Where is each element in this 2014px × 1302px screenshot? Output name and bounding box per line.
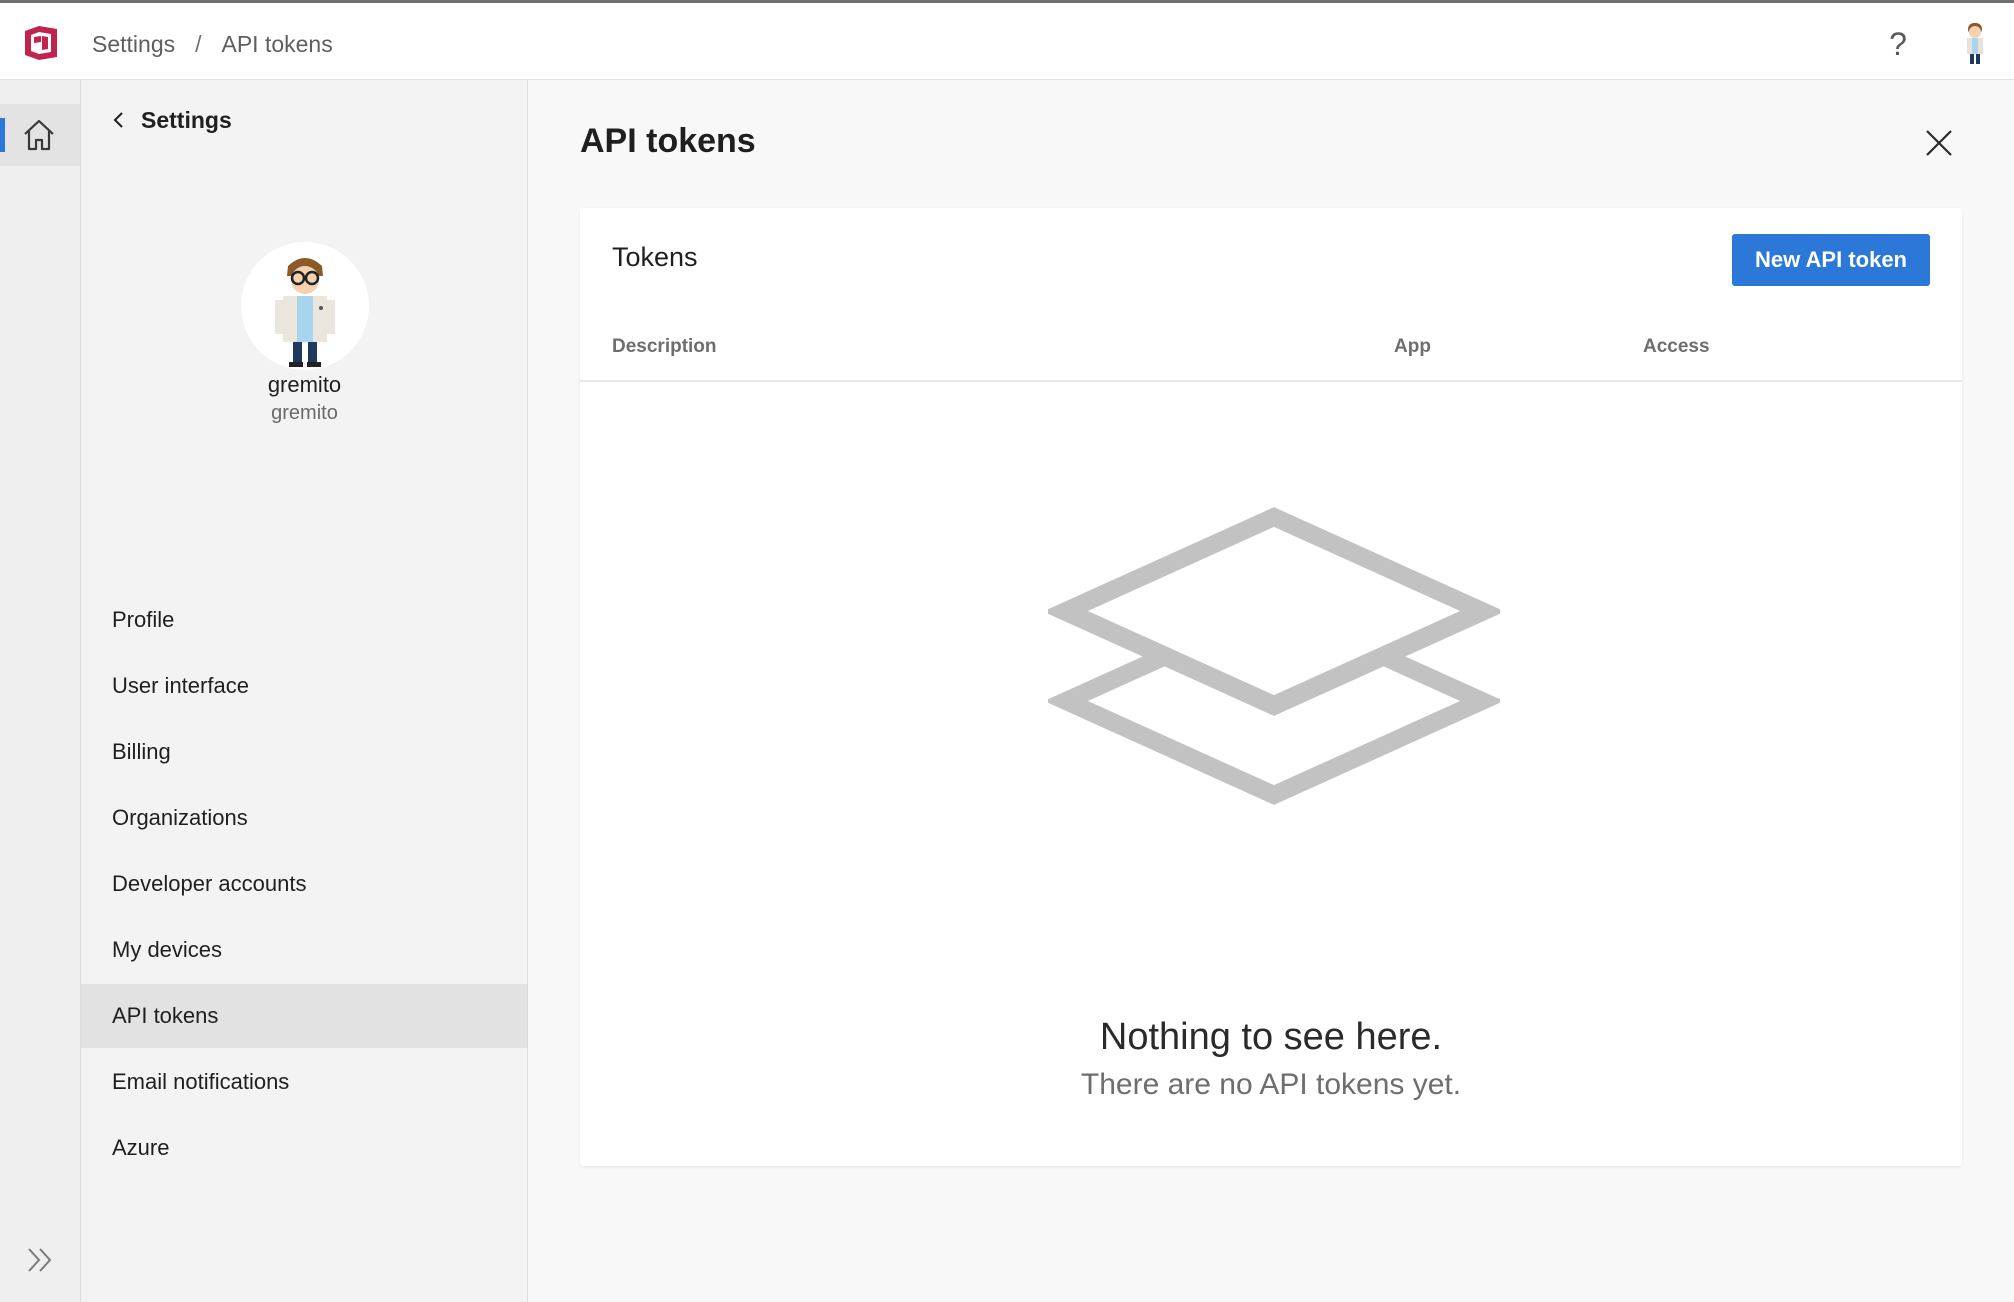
close-icon[interactable]: [1924, 128, 1954, 158]
table-divider: [580, 380, 1962, 382]
home-button[interactable]: [0, 104, 80, 166]
profile-display-name: gremito: [267, 372, 342, 397]
nav-item-label: Azure: [112, 1135, 170, 1160]
tokens-card: Tokens New API token Description App Acc…: [580, 208, 1962, 1166]
nav-item-label: My devices: [112, 937, 223, 962]
nav-item-my-devices[interactable]: My devices: [81, 918, 527, 982]
page-title: API tokens: [580, 122, 756, 160]
breadcrumb-settings[interactable]: Settings: [92, 31, 175, 58]
nav-item-email-notifications[interactable]: Email notifications: [81, 1050, 527, 1114]
card-title: Tokens: [612, 242, 698, 272]
double-chevron-right-icon[interactable]: [24, 1244, 56, 1276]
nav-item-billing[interactable]: Billing: [81, 720, 527, 784]
nav-item-label: Organizations: [112, 805, 248, 830]
avatar-illustration-icon: [275, 258, 335, 367]
settings-panel: Settings gremito gremito Profile User in…: [81, 80, 528, 1302]
left-rail: [0, 80, 81, 1302]
column-header-access[interactable]: Access: [1643, 336, 1710, 358]
nav-item-label: Developer accounts: [112, 871, 307, 896]
nav-item-label: Profile: [112, 607, 175, 632]
empty-state-subtitle: There are no API tokens yet.: [1080, 1068, 1462, 1101]
top-bar: Settings / API tokens ?: [0, 0, 2014, 80]
column-header-app[interactable]: App: [1394, 336, 1431, 358]
back-to-settings-link[interactable]: Settings: [111, 104, 232, 136]
nav-item-label: Email notifications: [112, 1069, 290, 1094]
nav-item-organizations[interactable]: Organizations: [81, 786, 527, 850]
nav-item-label: Billing: [112, 739, 171, 764]
nav-item-label: User interface: [112, 673, 249, 698]
user-avatar[interactable]: [1958, 21, 1992, 67]
nav-item-api-tokens[interactable]: API tokens: [81, 984, 527, 1048]
app-logo-icon[interactable]: [22, 23, 60, 61]
nav-item-azure[interactable]: Azure: [81, 1116, 527, 1180]
column-header-description[interactable]: Description: [612, 336, 717, 358]
nav-item-label: API tokens: [112, 1003, 219, 1028]
breadcrumb-separator: /: [195, 31, 202, 57]
new-api-token-button[interactable]: New API token: [1732, 234, 1930, 286]
active-indicator: [0, 118, 5, 152]
help-icon[interactable]: ?: [1884, 25, 1912, 63]
settings-nav: Profile User interface Billing Organizat…: [81, 588, 527, 1182]
empty-state-title: Nothing to see here.: [1099, 1016, 1443, 1058]
back-label: Settings: [141, 106, 232, 133]
nav-item-developer-accounts[interactable]: Developer accounts: [81, 852, 527, 916]
nav-item-user-interface[interactable]: User interface: [81, 654, 527, 718]
nav-item-profile[interactable]: Profile: [81, 588, 527, 652]
chevron-left-icon: [113, 112, 123, 128]
profile-avatar: [241, 242, 369, 370]
home-icon: [24, 119, 54, 151]
profile-username: gremito: [271, 402, 338, 424]
stacked-layers-icon: [1048, 507, 1500, 805]
breadcrumb-current: API tokens: [221, 31, 333, 57]
breadcrumb: Settings / API tokens: [92, 31, 333, 58]
